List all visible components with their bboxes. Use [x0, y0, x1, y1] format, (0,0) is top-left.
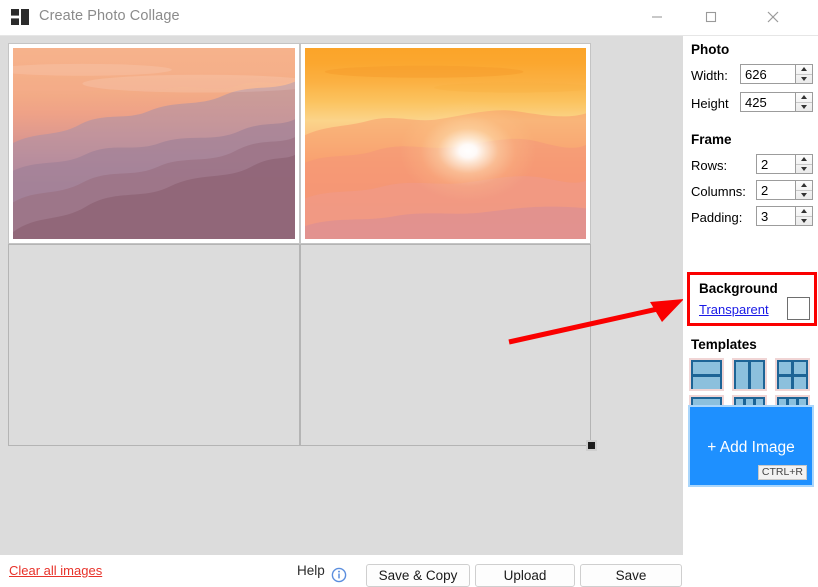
template-cell — [693, 376, 720, 389]
padding-decrement-button[interactable] — [796, 217, 812, 226]
frame-section-title: Frame — [691, 132, 732, 147]
template-2-rows[interactable] — [689, 358, 724, 391]
width-increment-button[interactable] — [796, 65, 812, 75]
template-cell — [793, 362, 806, 375]
templates-section-title: Templates — [691, 337, 757, 352]
sun-glow — [400, 101, 536, 201]
height-spin-buttons[interactable] — [795, 93, 812, 111]
width-input[interactable] — [741, 65, 795, 83]
background-section-title: Background — [699, 281, 778, 296]
height-label: Height — [691, 96, 729, 111]
background-color-swatch[interactable] — [787, 297, 810, 320]
collage-canvas[interactable] — [8, 43, 591, 446]
columns-increment-button[interactable] — [796, 181, 812, 191]
padding-stepper[interactable] — [756, 206, 813, 226]
window-title-bar: Create Photo Collage — [0, 0, 818, 36]
template-cell — [779, 376, 792, 389]
height-increment-button[interactable] — [796, 93, 812, 103]
width-stepper[interactable] — [740, 64, 813, 84]
rows-input[interactable] — [757, 155, 795, 173]
height-input[interactable] — [741, 93, 795, 111]
collage-cell-2[interactable] — [300, 43, 591, 244]
photo-mountain-ridges-at-dusk[interactable] — [13, 48, 295, 239]
width-label: Width: — [691, 68, 728, 83]
rows-label: Rows: — [691, 158, 728, 173]
settings-side-panel: Photo Width: Height Frame Rows: Columns: — [683, 36, 818, 555]
minimize-button[interactable] — [634, 0, 680, 34]
columns-stepper[interactable] — [756, 180, 813, 200]
columns-input[interactable] — [757, 181, 795, 199]
window-title: Create Photo Collage — [39, 8, 180, 24]
columns-decrement-button[interactable] — [796, 191, 812, 200]
background-section: Background Transparent — [687, 272, 817, 326]
height-stepper[interactable] — [740, 92, 813, 112]
template-2-columns[interactable] — [732, 358, 767, 391]
width-decrement-button[interactable] — [796, 75, 812, 84]
canvas-resize-handle[interactable] — [586, 440, 597, 451]
collage-work-area — [0, 36, 684, 555]
collage-cell-3[interactable] — [8, 244, 300, 446]
photo-sun-over-orange-hills[interactable] — [305, 48, 586, 239]
save-button[interactable]: Save — [580, 564, 682, 587]
template-cell — [693, 362, 720, 375]
add-image-button[interactable]: + Add Image CTRL+R — [688, 405, 814, 487]
help-label: Help — [297, 563, 325, 578]
width-spin-buttons[interactable] — [795, 65, 812, 83]
padding-increment-button[interactable] — [796, 207, 812, 217]
photo-section-title: Photo — [691, 42, 730, 57]
template-2x2-grid[interactable] — [775, 358, 810, 391]
collage-cell-4[interactable] — [300, 244, 591, 446]
maximize-button[interactable] — [688, 0, 734, 34]
transparent-link[interactable]: Transparent — [699, 302, 769, 317]
add-image-label: + Add Image — [707, 439, 795, 456]
template-cell — [750, 362, 763, 389]
padding-spin-buttons[interactable] — [795, 207, 812, 225]
save-and-copy-button[interactable]: Save & Copy — [366, 564, 470, 587]
template-cell — [793, 376, 806, 389]
rows-stepper[interactable] — [756, 154, 813, 174]
rows-decrement-button[interactable] — [796, 165, 812, 174]
template-cell — [779, 362, 792, 375]
info-circle-icon[interactable] — [331, 567, 347, 583]
rows-increment-button[interactable] — [796, 155, 812, 165]
add-image-shortcut-badge: CTRL+R — [757, 465, 807, 480]
template-cell — [736, 362, 749, 389]
upload-button[interactable]: Upload — [475, 564, 575, 587]
close-button[interactable] — [750, 0, 796, 34]
padding-input[interactable] — [757, 207, 795, 225]
padding-label: Padding: — [691, 210, 743, 225]
collage-grid-icon — [11, 9, 29, 25]
clear-all-images-link[interactable]: Clear all images — [9, 563, 102, 578]
columns-label: Columns: — [691, 184, 746, 199]
collage-cell-1[interactable] — [8, 43, 300, 244]
columns-spin-buttons[interactable] — [795, 181, 812, 199]
height-decrement-button[interactable] — [796, 103, 812, 112]
rows-spin-buttons[interactable] — [795, 155, 812, 173]
